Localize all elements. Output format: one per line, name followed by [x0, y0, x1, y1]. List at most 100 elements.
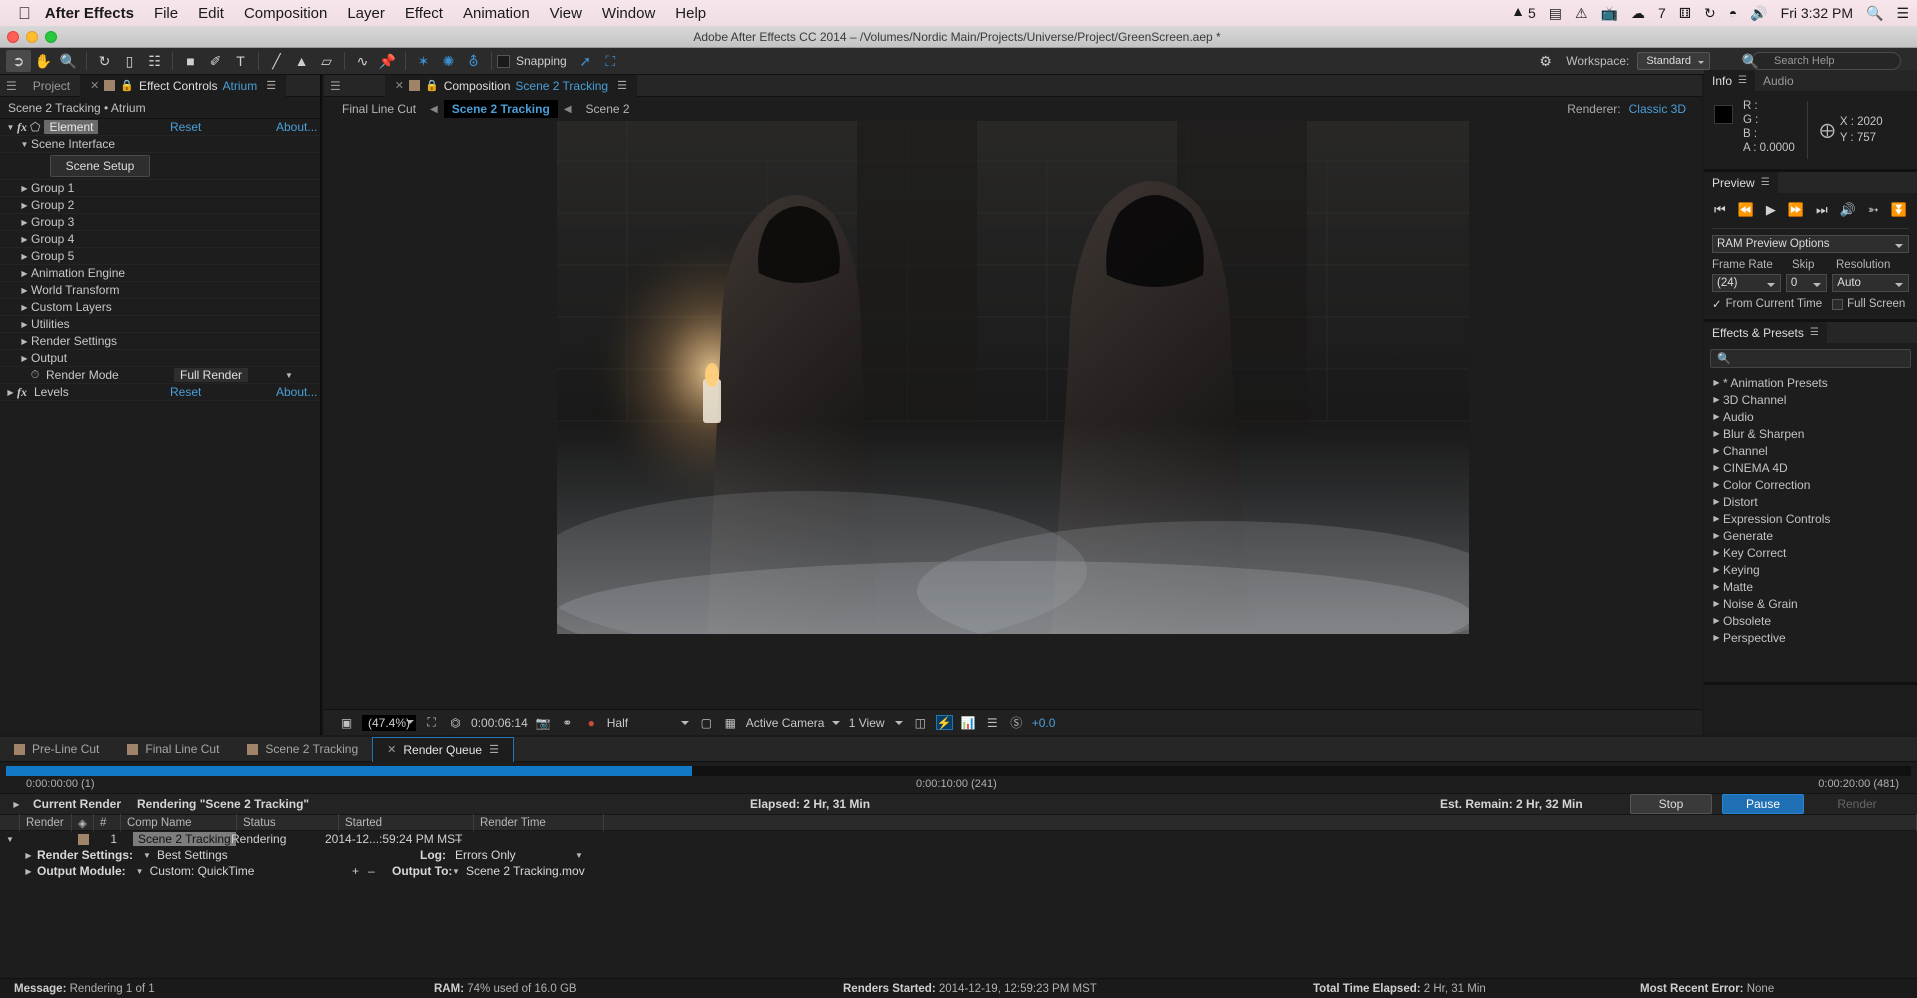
- time-machine-icon[interactable]: ↻: [1704, 5, 1716, 22]
- eraser-tool-icon[interactable]: ▱: [314, 50, 339, 72]
- col-number[interactable]: #: [94, 814, 121, 831]
- chevron-down-icon[interactable]: ▼: [143, 851, 151, 860]
- disclosure-triangle-icon[interactable]: ▶: [1710, 514, 1723, 523]
- disclosure-triangle-icon[interactable]: ▶: [18, 286, 31, 295]
- disclosure-triangle-icon[interactable]: ▶: [1710, 548, 1723, 557]
- menu-file[interactable]: File: [154, 5, 178, 22]
- remove-output-module-button[interactable]: –: [368, 864, 375, 878]
- spotlight-icon[interactable]: 🔍: [1866, 5, 1883, 22]
- group-row-utilities[interactable]: ▶ Utilities: [0, 316, 320, 333]
- col-started[interactable]: Started: [339, 814, 474, 831]
- tab-project[interactable]: Project: [23, 75, 80, 97]
- menubar-clock[interactable]: Fri 3:32 PM: [1781, 5, 1853, 21]
- breadcrumb-scene-2[interactable]: Scene 2: [578, 100, 638, 118]
- stopwatch-icon[interactable]: ⏱: [28, 369, 42, 382]
- chevron-down-icon[interactable]: ▼: [575, 851, 583, 860]
- breadcrumb-scene-2-tracking[interactable]: Scene 2 Tracking: [443, 100, 558, 118]
- group-row-scene-interface[interactable]: ▼ Scene Interface: [0, 136, 320, 153]
- list-item[interactable]: ▶ Audio: [1704, 408, 1917, 425]
- disclosure-triangle-icon[interactable]: ▶: [1710, 633, 1723, 642]
- disclosure-triangle-icon[interactable]: ▶: [18, 269, 31, 278]
- list-item[interactable]: ▶ Key Correct: [1704, 544, 1917, 561]
- menu-effect[interactable]: Effect: [405, 5, 443, 22]
- list-item[interactable]: ▶ Matte: [1704, 578, 1917, 595]
- workspace-gear-icon[interactable]: ⚙: [1533, 50, 1558, 72]
- previous-frame-icon[interactable]: ⏪: [1738, 202, 1754, 218]
- disclosure-triangle-icon[interactable]: ▶: [18, 354, 31, 363]
- current-time-display[interactable]: 0:00:06:14: [471, 716, 528, 730]
- disclosure-triangle-icon[interactable]: ▶: [10, 800, 23, 809]
- disclosure-triangle-icon[interactable]: ▶: [22, 867, 35, 876]
- reset-exposure-icon[interactable]: Ⓢ: [1008, 715, 1025, 730]
- disclosure-triangle-icon[interactable]: ▶: [18, 337, 31, 346]
- list-item[interactable]: ▶ 3D Channel: [1704, 391, 1917, 408]
- list-item[interactable]: ▶ Blur & Sharpen: [1704, 425, 1917, 442]
- warning-icon[interactable]: ⚠: [1575, 5, 1588, 22]
- col-render-time[interactable]: Render Time: [474, 814, 604, 831]
- disclosure-triangle-icon[interactable]: ▶: [1710, 429, 1723, 438]
- workspace-select[interactable]: Standard: [1637, 52, 1710, 70]
- chevron-down-icon[interactable]: ▼: [452, 867, 460, 876]
- view-layout-select[interactable]: 1 View: [849, 716, 905, 730]
- menu-help[interactable]: Help: [675, 5, 706, 22]
- log-value[interactable]: Errors Only: [455, 848, 516, 862]
- menu-after-effects[interactable]: After Effects: [45, 5, 134, 22]
- channel-icon[interactable]: ●: [583, 715, 600, 730]
- orbit-camera-tool-icon[interactable]: ✺: [436, 50, 461, 72]
- effect-name-element[interactable]: Element: [44, 120, 99, 134]
- disclosure-triangle-icon[interactable]: ▶: [1710, 446, 1723, 455]
- list-item[interactable]: ▶ Keying: [1704, 561, 1917, 578]
- check-icon[interactable]: ✓: [1712, 297, 1722, 311]
- disclosure-triangle-open-icon[interactable]: ▼: [0, 835, 20, 844]
- output-module-value[interactable]: Custom: QuickTime: [150, 864, 255, 878]
- adobe-status-icon[interactable]: ▲ 5: [1511, 5, 1536, 21]
- group-row-animation-engine[interactable]: ▶ Animation Engine: [0, 265, 320, 282]
- battery-icon[interactable]: ▤: [1549, 5, 1562, 22]
- group-row-group-2[interactable]: ▶ Group 2: [0, 197, 320, 214]
- group-row-group-5[interactable]: ▶ Group 5: [0, 248, 320, 265]
- group-row-group-3[interactable]: ▶ Group 3: [0, 214, 320, 231]
- effects-category-list[interactable]: ▶ * Animation Presets ▶ 3D Channel ▶ Audio …: [1704, 372, 1917, 682]
- stop-button[interactable]: Stop: [1630, 794, 1712, 814]
- timeline-icon[interactable]: 📊: [960, 715, 977, 730]
- zoom-tool-icon[interactable]: 🔍: [56, 50, 81, 72]
- tab-pre-line-cut[interactable]: Pre-Line Cut: [0, 737, 113, 762]
- wifi-icon[interactable]: ◓: [1729, 5, 1737, 21]
- last-frame-icon[interactable]: ⏭: [1816, 202, 1828, 218]
- renderer-value[interactable]: Classic 3D: [1629, 102, 1686, 116]
- effect-row-levels[interactable]: ▶ fx Levels Reset About...: [0, 384, 320, 401]
- hand-tool-icon[interactable]: ✋: [31, 50, 56, 72]
- region-of-interest-icon[interactable]: ⛶: [423, 715, 440, 730]
- disclosure-triangle-icon[interactable]: ▶: [4, 388, 17, 397]
- pause-button[interactable]: Pause: [1722, 794, 1804, 814]
- chevron-down-icon[interactable]: ▼: [136, 867, 144, 876]
- effects-search-input[interactable]: 🔍: [1710, 349, 1911, 368]
- always-preview-this-view-icon[interactable]: ▣: [338, 715, 355, 730]
- tab-effects-presets[interactable]: Effects & Presets ☰: [1704, 322, 1827, 343]
- chevron-down-icon[interactable]: ▼: [285, 371, 293, 380]
- disclosure-triangle-icon[interactable]: ▶: [18, 218, 31, 227]
- effect-about-link[interactable]: About...: [276, 385, 317, 399]
- menu-animation[interactable]: Animation: [463, 5, 530, 22]
- tab-effect-controls[interactable]: ✕ 🔒 Effect Controls Atrium ☰: [80, 74, 287, 97]
- disclosure-triangle-icon[interactable]: ▶: [1710, 395, 1723, 404]
- comp-grid-icon[interactable]: ⏣: [447, 715, 464, 730]
- fast-previews-icon[interactable]: ⚡: [935, 715, 953, 730]
- disclosure-triangle-icon[interactable]: ▶: [1710, 565, 1723, 574]
- close-icon[interactable]: ✕: [90, 79, 99, 92]
- output-to-value[interactable]: Scene 2 Tracking.mov: [466, 864, 585, 878]
- track-camera-tool-icon[interactable]: ⛢: [461, 50, 486, 72]
- fx-icon[interactable]: fx: [17, 385, 27, 400]
- row-color-swatch[interactable]: [78, 833, 89, 845]
- brush-tool-icon[interactable]: ╱: [264, 50, 289, 72]
- disclosure-triangle-icon[interactable]: ▶: [1710, 599, 1723, 608]
- close-icon[interactable]: ✕: [387, 743, 396, 756]
- panel-menu-icon[interactable]: ☰: [1761, 177, 1770, 188]
- snapping-bracket-icon[interactable]: ⛶: [598, 50, 623, 72]
- group-row-custom-layers[interactable]: ▶ Custom Layers: [0, 299, 320, 316]
- tab-final-line-cut[interactable]: Final Line Cut: [113, 737, 233, 762]
- group-row-output[interactable]: ▶ Output: [0, 350, 320, 367]
- roto-brush-tool-icon[interactable]: ∿: [350, 50, 375, 72]
- list-item[interactable]: ▶ Expression Controls: [1704, 510, 1917, 527]
- skip-select[interactable]: 0: [1785, 274, 1828, 292]
